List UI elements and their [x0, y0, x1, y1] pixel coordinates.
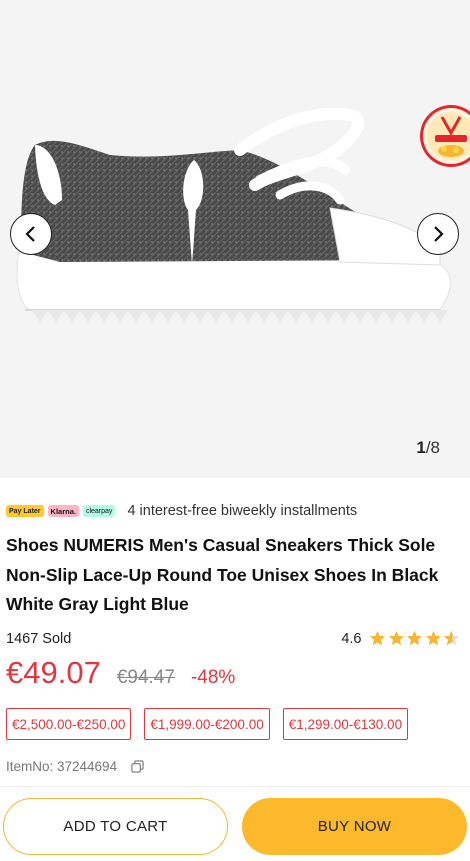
product-image — [16, 107, 451, 322]
star-icon — [388, 630, 404, 646]
star-icon — [406, 630, 423, 646]
coupon-list: €2,500.00-€250.00 €1,999.00-€200.00 €1,2… — [6, 708, 409, 740]
installments-row[interactable]: Pay Later Klarna. clearpay 4 interest-fr… — [6, 503, 357, 519]
rating-value: 4.6 — [341, 630, 362, 647]
add-to-cart-button[interactable]: ADD TO CART — [3, 798, 228, 855]
image-counter: 1/8 — [416, 438, 440, 457]
product-gallery[interactable]: 1/8 — [0, 0, 470, 478]
price-row: €49.07 €94.47 -48% — [6, 655, 235, 691]
prev-image-button[interactable] — [10, 213, 52, 255]
star-icon — [369, 630, 386, 646]
star-icon — [425, 630, 441, 646]
clearpay-badge: clearpay — [82, 505, 116, 517]
original-price: €94.47 — [116, 667, 175, 688]
chevron-left-icon — [25, 226, 35, 242]
sold-count: 1467 Sold — [6, 631, 72, 647]
chevron-right-icon — [434, 226, 444, 242]
coupon-tag[interactable]: €1,299.00-€130.00 — [282, 708, 409, 740]
buy-now-button[interactable]: BUY NOW — [242, 798, 467, 855]
product-rating[interactable]: 4.6 — [341, 630, 460, 647]
star-half-icon — [443, 630, 460, 646]
pay-later-badge: Pay Later — [6, 505, 44, 517]
coupon-tag[interactable]: €1,999.00-€200.00 — [144, 708, 270, 740]
discount-percent: -48% — [190, 667, 236, 688]
klarna-badge: Klarna. — [47, 505, 79, 517]
copy-icon[interactable] — [131, 760, 144, 773]
next-image-button[interactable] — [417, 213, 459, 255]
item-number-text: ItemNo: 37244694 — [6, 759, 118, 774]
coupon-tag[interactable]: €2,500.00-€250.00 — [6, 708, 132, 740]
action-bar: ADD TO CART BUY NOW — [0, 786, 470, 861]
installments-text: 4 interest-free biweekly installments — [127, 503, 358, 519]
item-number: ItemNo: 37244694 — [6, 759, 144, 774]
current-price: €49.07 — [6, 655, 101, 690]
product-title: Shoes NUMERIS Men's Casual Sneakers Thic… — [6, 535, 439, 614]
